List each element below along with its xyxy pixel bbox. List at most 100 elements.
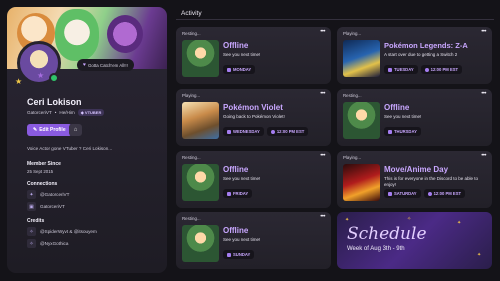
- clock-icon: [427, 191, 432, 196]
- day-tag: SATURDAY: [384, 189, 421, 198]
- member-since-heading: Member Since: [27, 161, 61, 167]
- member-since-date: 25 Sept 2015: [27, 169, 54, 174]
- activity-card-saturday[interactable]: Playing... ••• Move/Anime Day This is fo…: [337, 151, 492, 208]
- time-tag: 12:00 PM EST: [266, 127, 309, 136]
- calendar-icon: [388, 129, 392, 134]
- activity-card-thursday[interactable]: Resting... ••• Offline See you next time…: [337, 89, 492, 146]
- activity-card-monday[interactable]: Resting... ••• Offline See you next time…: [176, 27, 331, 84]
- link-icon: ✧: [27, 239, 36, 248]
- more-options-icon[interactable]: •••: [320, 214, 325, 220]
- sparkle-icon: ✧: [407, 216, 412, 222]
- day-tag: WEDNESDAY: [223, 127, 264, 136]
- calendar-icon: [388, 67, 392, 72]
- profile-handle-row: GatorceriVT • He/Him ◆ VTUBER: [27, 109, 105, 116]
- custom-status-text: Gotta Catch'em All!!!: [87, 62, 128, 68]
- sparkle-icon: ✦: [477, 252, 482, 258]
- profile-bio: Voice Actor gone VTuber ? Ceri Lokison..…: [27, 146, 113, 151]
- activity-thumbnail: [343, 102, 380, 139]
- profile-handle: GatorceriVT: [27, 110, 52, 115]
- activity-card-sunday[interactable]: Resting... ••• Offline See you next time…: [176, 212, 331, 269]
- link-icon: ✧: [27, 227, 36, 236]
- badge-icon: ◆: [80, 110, 84, 115]
- activity-title: Pokémon Legends: Z-A: [384, 41, 468, 50]
- schedule-title: Schedule: [347, 224, 427, 244]
- more-options-icon[interactable]: •••: [481, 153, 486, 159]
- home-button[interactable]: ⌂: [69, 124, 82, 136]
- time-tag: 12:00 PM EST: [423, 189, 466, 198]
- activity-thumbnail: [182, 164, 219, 201]
- activity-title: Pokémon Violet: [223, 103, 283, 112]
- day-tag: THURSDAY: [384, 127, 421, 136]
- activity-state: Resting...: [182, 155, 201, 160]
- profile-card: ♥ Gotta Catch'em All!!! ★ ★ Ceri Lokison…: [7, 7, 167, 273]
- activity-subtitle: See you next time!: [223, 237, 261, 242]
- activity-state: Resting...: [182, 31, 201, 36]
- edit-profile-button[interactable]: ✎ Edit Profile: [27, 124, 72, 136]
- activity-subtitle: See you next time!: [223, 176, 261, 181]
- activity-subtitle: Going back to Pokémon Violet!: [223, 114, 285, 119]
- banner-character-2: [55, 9, 99, 61]
- activity-card-wednesday[interactable]: Playing... ••• Pokémon Violet Going back…: [176, 89, 331, 146]
- credits-heading: Credits: [27, 218, 45, 224]
- calendar-icon: [227, 67, 231, 72]
- sparkle-icon: ✦: [457, 220, 462, 226]
- activity-subtitle: See you next time!: [384, 114, 422, 119]
- schedule-week: Week of Aug 3th - 9th: [347, 246, 405, 252]
- more-options-icon[interactable]: •••: [320, 29, 325, 35]
- online-status-indicator: [49, 73, 59, 83]
- schedule-banner: ✦ ✦ ✦ ✧ Schedule Week of Aug 3th - 9th: [337, 212, 492, 269]
- twitch-icon: ▣: [27, 202, 36, 211]
- pencil-icon: ✎: [33, 127, 38, 133]
- activity-title: Offline: [223, 41, 249, 50]
- activity-divider: [176, 19, 494, 20]
- day-tag: MONDAY: [223, 65, 256, 74]
- activity-title: Offline: [223, 165, 249, 174]
- activity-thumbnail: [182, 102, 219, 139]
- activity-subtitle: See you next time!: [223, 52, 261, 57]
- credit-item[interactable]: ✧ @SpiderWyvt & @itsouyem: [27, 227, 97, 236]
- profile-tag-badge: ◆ VTUBER: [77, 109, 105, 116]
- profile-name: Ceri Lokison: [27, 97, 82, 107]
- activity-thumbnail: [182, 40, 219, 77]
- calendar-icon: [227, 252, 231, 257]
- activity-state: Resting...: [343, 93, 362, 98]
- heart-icon: ♥: [83, 62, 86, 68]
- more-options-icon[interactable]: •••: [320, 153, 325, 159]
- clock-icon: [270, 129, 275, 134]
- custom-status[interactable]: ♥ Gotta Catch'em All!!!: [77, 59, 134, 71]
- activity-state: Playing...: [343, 155, 362, 160]
- day-tag: FRIDAY: [223, 189, 253, 198]
- connections-heading: Connections: [27, 181, 58, 187]
- activity-subtitle: This is for everyone in the Discord to b…: [384, 176, 479, 187]
- star-icon: ★: [37, 71, 45, 80]
- activity-state: Resting...: [182, 216, 201, 221]
- more-options-icon[interactable]: •••: [481, 29, 486, 35]
- sparkle-icon: ✦: [345, 217, 350, 223]
- star-icon: ★: [15, 77, 23, 86]
- activity-title: Offline: [223, 226, 249, 235]
- calendar-icon: [388, 191, 392, 196]
- day-tag: SUNDAY: [223, 250, 255, 259]
- calendar-icon: [227, 191, 231, 196]
- credit-item[interactable]: ✧ @NyxGothica: [27, 239, 68, 248]
- clock-icon: [424, 67, 429, 72]
- activity-subtitle: A start over due to getting a Switch 2: [384, 52, 458, 57]
- activity-state: Playing...: [343, 31, 362, 36]
- home-icon: ⌂: [73, 127, 78, 133]
- activity-title: Offline: [384, 103, 410, 112]
- activity-thumbnail: [343, 164, 380, 201]
- activity-thumbnail: [182, 225, 219, 262]
- twitter-icon: ✦: [27, 190, 36, 199]
- connection-twitter[interactable]: ✦ @GatorceriVT: [27, 190, 69, 199]
- activity-heading: Activity: [181, 10, 202, 17]
- activity-title: Move/Anime Day: [384, 165, 449, 174]
- banner-character-3: [107, 15, 143, 53]
- calendar-icon: [227, 129, 231, 134]
- more-options-icon[interactable]: •••: [481, 91, 486, 97]
- activity-card-friday[interactable]: Resting... ••• Offline See you next time…: [176, 151, 331, 208]
- activity-card-tuesday[interactable]: Playing... ••• Pokémon Legends: Z-A A st…: [337, 27, 492, 84]
- activity-state: Playing...: [182, 93, 201, 98]
- profile-pronouns: He/Him: [59, 110, 75, 115]
- more-options-icon[interactable]: •••: [320, 91, 325, 97]
- connection-twitch[interactable]: ▣ GatorceriVT: [27, 202, 65, 211]
